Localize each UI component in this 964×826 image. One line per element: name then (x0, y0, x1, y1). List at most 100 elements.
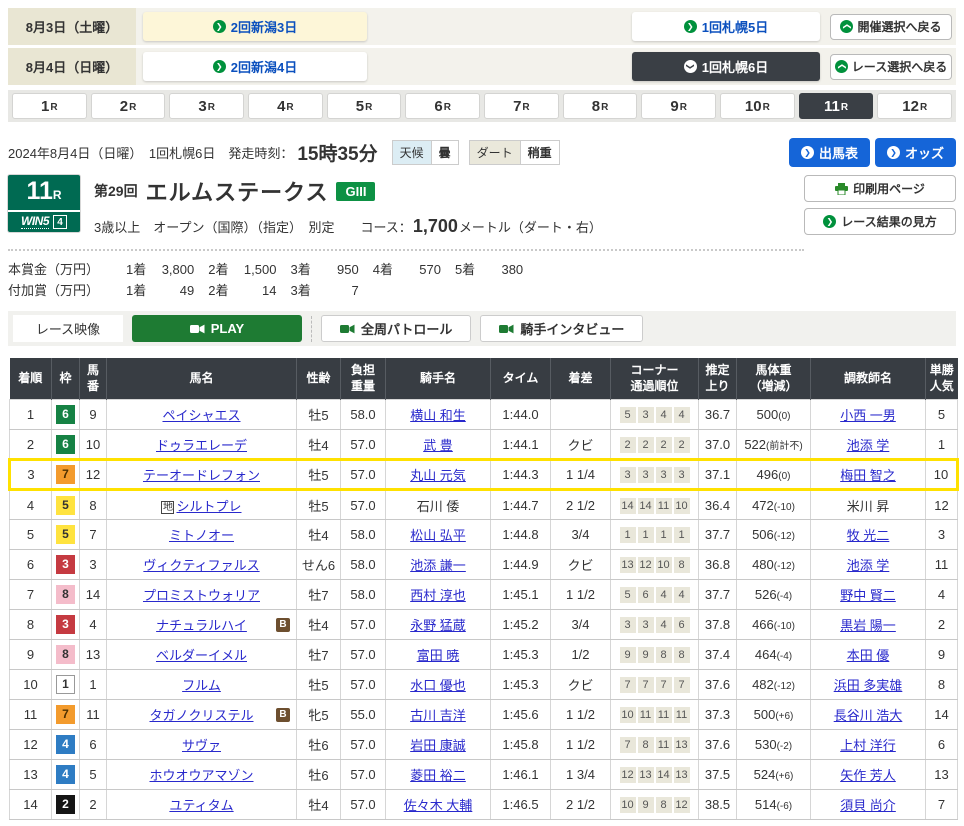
trainer-link[interactable]: 黒岩 陽一 (840, 618, 896, 633)
race-tab-9r[interactable]: 9R (641, 93, 716, 119)
result-row: 3712テーオードレフォン牡557.0丸山 元気1:44.31 1/433333… (10, 460, 958, 490)
patrol-video-button[interactable]: 全周パトロール (321, 315, 471, 342)
win-popularity: 2 (926, 610, 958, 640)
race-tab-3r[interactable]: 3R (169, 93, 244, 119)
condition-badge-value: 稍重 (520, 141, 559, 164)
margin: 2 1/2 (551, 790, 611, 820)
corner-position: 14 (620, 498, 636, 514)
race-tab-2r[interactable]: 2R (91, 93, 166, 119)
result-row: 1011フルム牡557.0水口 優也1:45.3クビ777737.6482(-1… (10, 670, 958, 700)
horse-name-link[interactable]: ユティタム (169, 798, 233, 813)
horse-name-link[interactable]: ベルダーイメル (156, 648, 247, 663)
how-to-read-button[interactable]: ❯レース結果の見方 (804, 208, 956, 235)
jockey-link[interactable]: 佐々木 大輔 (404, 798, 473, 813)
trainer-link[interactable]: 野中 賢二 (840, 588, 896, 603)
jockey-link[interactable]: 池添 謙一 (410, 558, 466, 573)
jockey-interview-button[interactable]: 騎手インタビュー (480, 315, 643, 342)
jockey-cell: 池添 謙一 (386, 550, 491, 580)
video-camera-icon (190, 324, 205, 334)
trainer-link[interactable]: 池添 学 (847, 438, 890, 453)
jockey-link[interactable]: 岩田 康誠 (410, 738, 466, 753)
jockey-link[interactable]: 西村 淳也 (410, 588, 466, 603)
video-extra-buttons: 全周パトロール騎手インタビュー (321, 315, 643, 342)
race-tab-8r[interactable]: 8R (563, 93, 638, 119)
horse-name-link[interactable]: タガノクリステル (149, 708, 253, 723)
trainer-link[interactable]: 池添 学 (847, 558, 890, 573)
bracket-cell: 5 (52, 490, 80, 520)
horse-name-link[interactable]: ペイシャエス (162, 408, 240, 423)
action-button-entries[interactable]: ❯出馬表 (789, 138, 870, 167)
horse-name-link[interactable]: テーオードレフォン (143, 468, 260, 483)
venue-button[interactable]: ❯1回札幌5日 (632, 12, 820, 41)
horse-number: 7 (80, 520, 107, 550)
back-button[interactable]: ❯開催選択へ戻る (830, 14, 952, 40)
jockey-link[interactable]: 丸山 元気 (410, 468, 466, 483)
venue-button[interactable]: ❯2回新潟4日 (143, 52, 367, 81)
race-tab-10r[interactable]: 10R (720, 93, 795, 119)
horse-name-link[interactable]: シルトプレ (176, 499, 241, 514)
horse-name-link[interactable]: ドゥラエレーデ (156, 438, 247, 453)
horse-name-link[interactable]: プロミストウォリア (143, 588, 260, 603)
trainer-link[interactable]: 小西 一男 (840, 408, 896, 423)
print-page-button[interactable]: 印刷用ページ (804, 175, 956, 202)
jockey-link[interactable]: 松山 弘平 (410, 528, 466, 543)
trainer-link[interactable]: 本田 優 (847, 648, 890, 663)
horse-name-link[interactable]: ホウオウアマゾン (149, 768, 253, 783)
bracket-cell: 4 (52, 730, 80, 760)
body-weight-diff: (-10) (774, 621, 795, 632)
corner-positions: 2222 (611, 430, 699, 460)
venue-button[interactable]: ❯2回新潟3日 (143, 12, 367, 41)
horse-name-link[interactable]: フルム (182, 678, 221, 693)
win-popularity: 6 (926, 730, 958, 760)
horse-name-cell: テーオードレフォン (107, 460, 297, 490)
sex-age: 牡4 (297, 520, 341, 550)
race-tab-6r[interactable]: 6R (405, 93, 480, 119)
corner-position: 3 (638, 617, 654, 633)
horse-name-link[interactable]: ミトノオー (169, 528, 234, 543)
course-detail: メートル（ダート・右） (459, 217, 602, 236)
carried-weight: 58.0 (341, 550, 386, 580)
result-row: 633ヴィクティファルスせん658.0池添 謙一1:44.9クビ13121083… (10, 550, 958, 580)
race-tab-11r[interactable]: 11R (799, 93, 874, 119)
jockey-link[interactable]: 水口 優也 (410, 678, 466, 693)
bracket-number: 8 (56, 645, 75, 664)
trainer-link[interactable]: 浜田 多実雄 (834, 678, 903, 693)
jockey-link[interactable]: 菱田 裕二 (410, 768, 466, 783)
trainer-link[interactable]: 梅田 智之 (840, 468, 896, 483)
trainer-link[interactable]: 長谷川 浩大 (834, 708, 903, 723)
trainer-link[interactable]: 上村 洋行 (840, 738, 896, 753)
body-weight: 530 (755, 737, 777, 752)
horse-name-link[interactable]: サヴァ (182, 738, 221, 753)
venue-button-label: 1回札幌6日 (702, 57, 768, 76)
horse-name-link[interactable]: ヴィクティファルス (143, 558, 259, 573)
body-weight-diff: (前計不) (766, 441, 803, 452)
body-weight-cell: 482(-12) (737, 670, 811, 700)
race-tab-5r[interactable]: 5R (327, 93, 402, 119)
horse-name-cell: ナチュラルハイB (107, 610, 297, 640)
finish-position: 2 (10, 430, 52, 460)
action-button-odds[interactable]: ❯オッズ (875, 138, 956, 167)
race-tab-number: 10 (745, 98, 762, 115)
race-tab-7r[interactable]: 7R (484, 93, 559, 119)
horse-name-link[interactable]: ナチュラルハイ (156, 618, 247, 633)
race-tab-4r[interactable]: 4R (248, 93, 323, 119)
race-result-page: 8月3日（土曜）❯2回新潟3日❯1回札幌5日❯開催選択へ戻る8月4日（日曜）❯2… (0, 0, 964, 826)
play-button[interactable]: PLAY (132, 315, 302, 342)
jockey-link[interactable]: 永野 猛蔵 (410, 618, 466, 633)
trainer-link[interactable]: 矢作 芳人 (840, 768, 896, 783)
venue-button[interactable]: ❯1回札幌6日 (632, 52, 820, 81)
jockey-link[interactable]: 横山 和生 (410, 408, 466, 423)
bracket-number: 4 (56, 765, 75, 784)
prize-amount: 3,800 (146, 262, 194, 277)
trainer-link[interactable]: 牧 光二 (847, 528, 890, 543)
jockey-link[interactable]: 武 豊 (423, 438, 453, 453)
jockey-link[interactable]: 富田 暁 (417, 648, 460, 663)
race-tab-1r[interactable]: 1R (12, 93, 87, 119)
body-weight-cell: 522(前計不) (737, 430, 811, 460)
race-tab-12r[interactable]: 12R (877, 93, 952, 119)
back-button[interactable]: ❯レース選択へ戻る (830, 54, 952, 80)
trainer-link[interactable]: 須貝 尚介 (840, 798, 896, 813)
jockey-link[interactable]: 古川 吉洋 (410, 708, 466, 723)
prize-line-label: 付加賞（万円） (8, 280, 112, 299)
corner-position: 6 (674, 617, 690, 633)
